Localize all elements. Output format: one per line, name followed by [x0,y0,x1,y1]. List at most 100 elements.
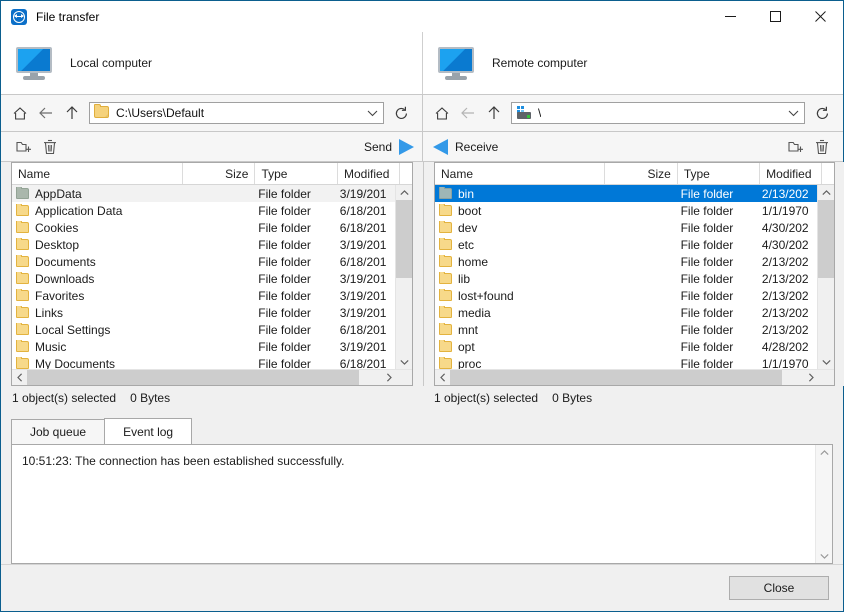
remote-computer-label: Remote computer [492,56,588,70]
file-modified-cell: 3/19/201 [339,288,387,303]
local-hscroll-track[interactable] [27,370,381,385]
column-header-modified[interactable]: Modified [760,163,822,184]
table-row[interactable]: Local Settings File folder 6/18/201 [12,321,395,338]
table-row[interactable]: opt File folder 4/28/202 [435,338,817,355]
column-header-size[interactable]: Size [183,163,256,184]
table-row[interactable]: Desktop File folder 3/19/201 [12,236,395,253]
remote-horizontal-scrollbar[interactable] [435,369,834,385]
column-header-name[interactable]: Name [435,163,606,184]
local-path-input[interactable]: C:\Users\Default [89,102,384,124]
table-row[interactable]: Application Data File folder 6/18/201 [12,202,395,219]
column-header-name[interactable]: Name [12,163,183,184]
table-row[interactable]: lib File folder 2/13/202 [435,270,817,287]
table-row[interactable]: AppData File folder 3/19/201 [12,185,395,202]
table-row[interactable]: dev File folder 4/30/202 [435,219,817,236]
chevron-down-icon[interactable] [788,109,799,117]
trash-icon[interactable] [37,135,63,159]
chevron-down-icon[interactable] [367,109,378,117]
arrow-left-icon[interactable] [433,138,448,155]
tab-event-log[interactable]: Event log [104,418,193,445]
scroll-up-icon[interactable] [816,445,832,460]
table-row[interactable]: Music File folder 3/19/201 [12,338,395,355]
scroll-right-icon[interactable] [381,370,396,385]
remote-hscroll-track[interactable] [450,370,803,385]
table-row[interactable]: boot File folder 1/1/1970 [435,202,817,219]
arrow-right-icon[interactable] [399,138,414,155]
table-row[interactable]: home File folder 2/13/202 [435,253,817,270]
new-folder-icon[interactable] [11,135,37,159]
remote-scroll-track[interactable] [818,200,834,354]
remote-path-input[interactable]: \ [511,102,805,124]
table-row[interactable]: media File folder 2/13/202 [435,304,817,321]
column-header-modified[interactable]: Modified [338,163,400,184]
local-horizontal-scrollbar[interactable] [12,369,412,385]
scroll-right-icon[interactable] [803,370,818,385]
local-file-list[interactable]: AppData File folder 3/19/201 Application Da… [12,185,395,369]
folder-icon [439,288,452,301]
monitor-icon [436,46,476,80]
file-name-cell: dev [435,220,603,235]
file-name-cell: Desktop [12,237,180,252]
table-row[interactable]: lost+found File folder 2/13/202 [435,287,817,304]
close-button[interactable]: Close [729,576,829,600]
maximize-icon[interactable] [753,1,798,32]
table-row[interactable]: Links File folder 3/19/201 [12,304,395,321]
file-name-cell: Links [12,305,180,320]
scroll-down-icon[interactable] [818,354,834,369]
folder-icon [94,104,110,120]
remote-hscroll-thumb[interactable] [450,370,782,385]
scroll-up-icon[interactable] [818,185,834,200]
table-row[interactable]: Cookies File folder 6/18/201 [12,219,395,236]
file-name-label: AppData [35,186,82,201]
table-row[interactable]: bin File folder 2/13/202 [435,185,817,202]
tab-job-queue[interactable]: Job queue [11,419,106,445]
close-icon[interactable] [798,1,843,32]
remote-vertical-scrollbar[interactable] [817,185,834,369]
trash-icon[interactable] [809,135,835,159]
table-row[interactable]: Downloads File folder 3/19/201 [12,270,395,287]
receive-label[interactable]: Receive [455,140,498,154]
file-modified-cell: 3/19/201 [339,186,387,201]
remote-scroll-thumb[interactable] [818,200,834,278]
scroll-left-icon[interactable] [12,370,27,385]
table-row[interactable]: Favorites File folder 3/19/201 [12,287,395,304]
event-log-scrollbar[interactable] [815,445,832,563]
scroll-down-icon[interactable] [816,548,832,563]
local-scroll-thumb[interactable] [396,200,412,278]
scroll-left-icon[interactable] [435,370,450,385]
remote-file-list[interactable]: bin File folder 2/13/202 boot File folder 1/1… [435,185,817,369]
refresh-icon[interactable] [388,100,414,126]
home-icon[interactable] [7,100,33,126]
new-folder-icon[interactable] [783,135,809,159]
refresh-icon[interactable] [809,100,835,126]
local-hscroll-thumb[interactable] [27,370,359,385]
table-row[interactable]: etc File folder 4/30/202 [435,236,817,253]
local-vertical-scrollbar[interactable] [395,185,412,369]
home-icon[interactable] [429,100,455,126]
column-header-size[interactable]: Size [605,163,678,184]
file-name-cell: home [435,254,603,269]
window-title: File transfer [36,9,100,24]
scroll-down-icon[interactable] [396,354,412,369]
local-scroll-track[interactable] [396,200,412,354]
file-modified-cell: 2/13/202 [761,322,809,337]
minimize-icon[interactable] [708,1,753,32]
column-header-type[interactable]: Type [255,163,339,184]
up-arrow-icon[interactable] [481,100,507,126]
table-row[interactable]: My Documents File folder 6/18/201 [12,355,395,369]
file-name-label: proc [458,356,482,370]
column-header-type[interactable]: Type [678,163,761,184]
scroll-up-icon[interactable] [396,185,412,200]
up-arrow-icon[interactable] [59,100,85,126]
send-label[interactable]: Send [364,140,392,154]
folder-icon [16,254,29,267]
back-arrow-icon[interactable] [455,100,481,126]
file-name-label: Local Settings [35,322,111,337]
table-row[interactable]: mnt File folder 2/13/202 [435,321,817,338]
file-type-cell: File folder [680,339,734,354]
table-row[interactable]: proc File folder 1/1/1970 [435,355,817,369]
table-row[interactable]: Documents File folder 6/18/201 [12,253,395,270]
file-name-cell: boot [435,203,603,218]
back-arrow-icon[interactable] [33,100,59,126]
folder-icon [439,254,452,267]
